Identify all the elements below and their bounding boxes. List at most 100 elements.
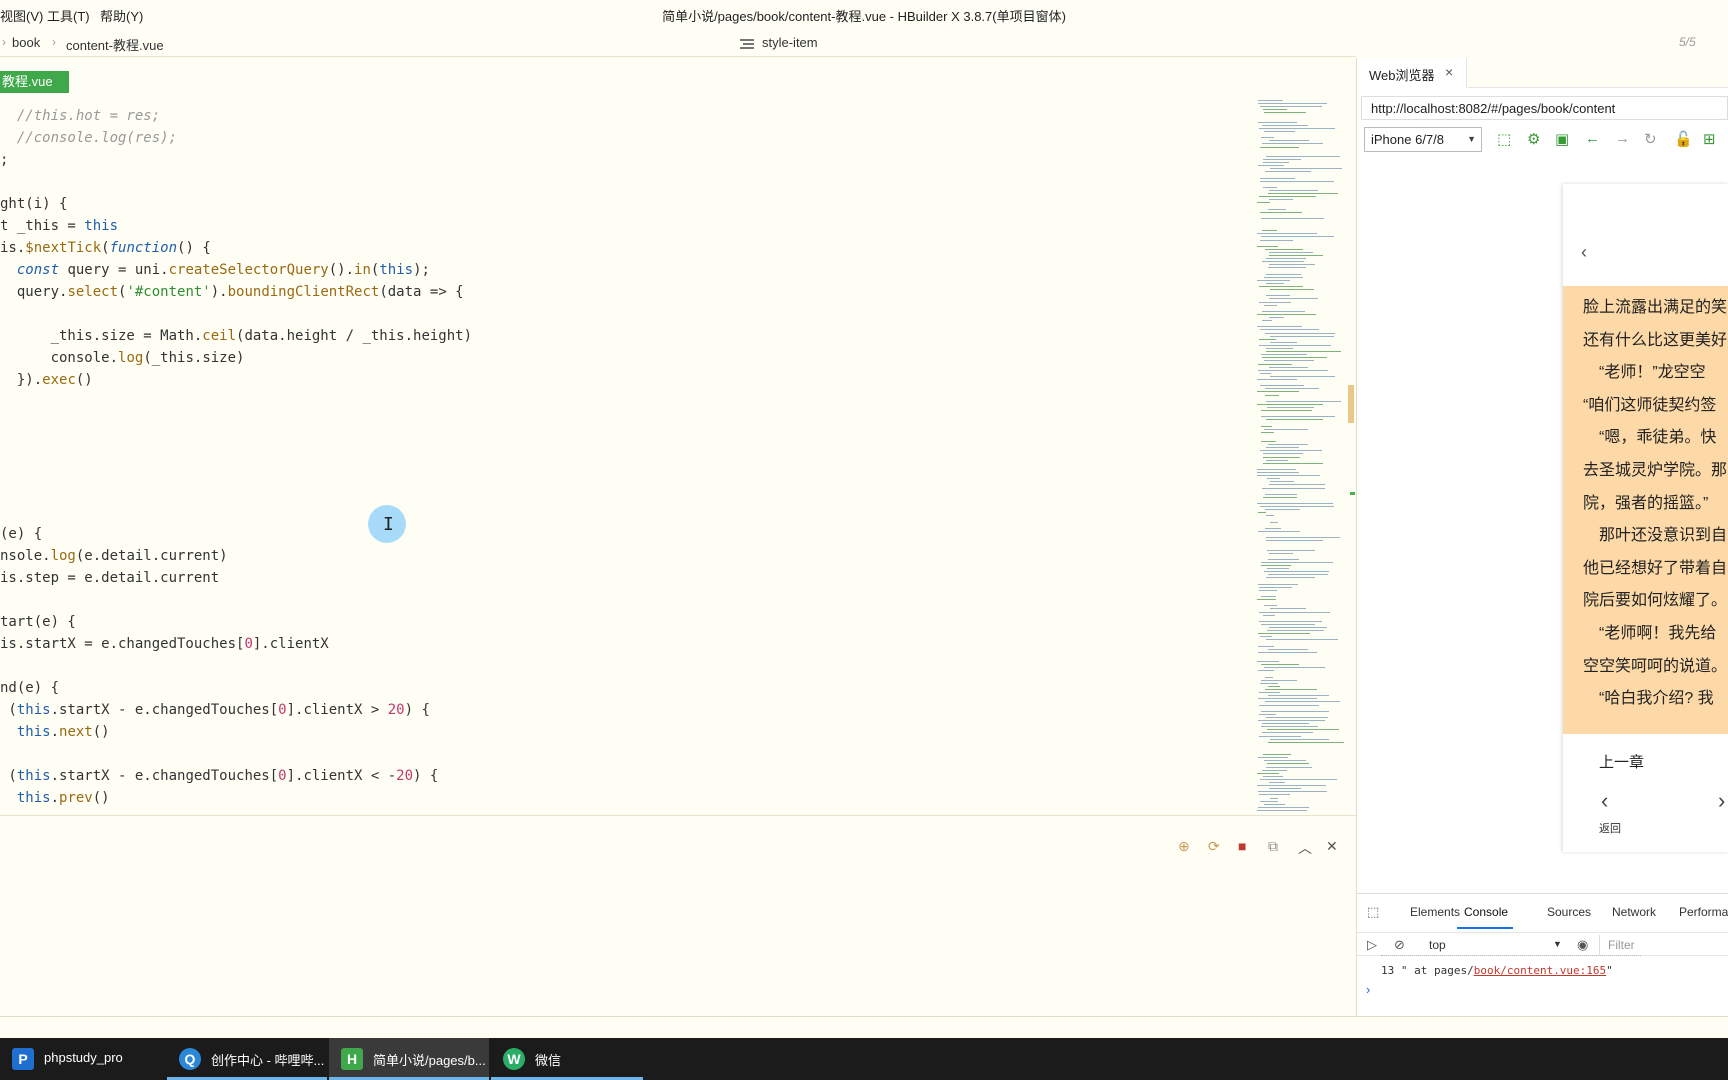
code-editor[interactable]: //this.hot = res; //console.log(res);; gh… xyxy=(0,94,1240,814)
tab-sources[interactable]: Sources xyxy=(1547,905,1591,919)
minimap-line xyxy=(1258,583,1298,585)
minimap-line xyxy=(1262,310,1305,312)
code-line[interactable]: (e) { xyxy=(0,523,42,545)
lock-icon[interactable]: 🔓 xyxy=(1674,130,1693,148)
restart-icon[interactable]: ⟳ xyxy=(1208,838,1220,855)
minimap-line xyxy=(1266,348,1293,349)
rotate-icon[interactable]: ⬚ xyxy=(1497,130,1511,148)
code-line[interactable]: (this.startX - e.changedTouches[0].clien… xyxy=(0,699,429,721)
change-marker xyxy=(1350,492,1355,495)
minimap-line xyxy=(1267,478,1280,480)
code-line[interactable]: console.log(_this.size) xyxy=(0,347,245,369)
minimap-line xyxy=(1260,239,1293,241)
code-line[interactable]: const query = uni.createSelectorQuery().… xyxy=(0,259,430,281)
minimap-line xyxy=(1261,726,1318,728)
minimap-line xyxy=(1258,720,1325,721)
phpstudy-icon: P xyxy=(12,1048,34,1070)
code-line[interactable]: nd(e) { xyxy=(0,677,59,699)
stop-icon[interactable]: ■ xyxy=(1238,838,1246,854)
code-line[interactable]: this.next() xyxy=(0,721,110,743)
taskbar-item-bilibili[interactable]: Q 创作中心 - 哔哩哔... xyxy=(167,1038,327,1080)
window-title: 简单小说/pages/book/content-教程.vue - HBuilde… xyxy=(662,9,1066,24)
outline-selector[interactable]: style-item xyxy=(740,35,818,50)
log-source-link[interactable]: book/content.vue:165 xyxy=(1474,964,1606,977)
minimap-line xyxy=(1259,589,1277,591)
tab-console[interactable]: Console xyxy=(1464,905,1508,919)
code-line[interactable]: tart(e) { xyxy=(0,611,76,633)
inspect-icon[interactable]: ⬚ xyxy=(1367,904,1379,920)
prev-chapter-button[interactable]: 上一章 xyxy=(1599,751,1644,772)
code-line[interactable]: is.step = e.detail.current xyxy=(0,567,219,589)
minimap-line xyxy=(1260,506,1334,508)
breadcrumb-item-file[interactable]: content-教程.vue xyxy=(66,35,164,54)
tab-performance[interactable]: Performa xyxy=(1679,905,1728,919)
code-line[interactable]: ght(i) { xyxy=(0,193,67,215)
forward-arrow-icon[interactable]: → xyxy=(1615,130,1630,147)
breadcrumb-item-book[interactable]: book xyxy=(12,35,40,50)
taskbar-item-hbuilder[interactable]: H 简单小说/pages/b... xyxy=(329,1038,489,1080)
chevron-left-icon[interactable]: ‹ xyxy=(1581,242,1587,263)
tab-network[interactable]: Network xyxy=(1612,905,1656,919)
reader-line: “哈白我介绍? 我 xyxy=(1583,690,1714,708)
code-line[interactable]: (this.startX - e.changedTouches[0].clien… xyxy=(0,765,438,787)
minimap-line xyxy=(1257,245,1278,247)
minimap-line xyxy=(1261,431,1274,433)
editor-tab-active[interactable]: 教程.vue xyxy=(0,71,69,93)
minimap-line xyxy=(1258,369,1328,371)
taskbar-item-wechat[interactable]: W 微信 xyxy=(491,1038,643,1080)
minimap-line xyxy=(1257,326,1302,328)
back-icon[interactable]: ‹ xyxy=(1601,788,1608,814)
reader-line: 还有什么比这更美好 xyxy=(1583,331,1728,349)
bug-icon[interactable]: ⊕ xyxy=(1178,838,1190,855)
minimap-line xyxy=(1258,100,1283,101)
minimap-line xyxy=(1266,282,1284,284)
grid-icon[interactable]: ⊞ xyxy=(1703,130,1716,148)
close-icon[interactable]: × xyxy=(1445,64,1453,80)
url-bar[interactable]: http://localhost:8082/#/pages/book/conte… xyxy=(1361,96,1728,120)
minimap-line xyxy=(1266,515,1274,517)
chevron-up-icon[interactable]: ︿ xyxy=(1298,838,1312,858)
code-line[interactable]: ; xyxy=(0,149,8,171)
tab-elements[interactable]: Elements xyxy=(1410,905,1460,919)
code-line[interactable]: this.prev() xyxy=(0,787,110,809)
taskbar-item-phpstudy[interactable]: P phpstudy_pro xyxy=(0,1038,165,1080)
code-line[interactable]: query.select('#content').boundingClientR… xyxy=(0,281,464,303)
device-select[interactable]: iPhone 6/7/8 ▼ xyxy=(1364,127,1482,152)
code-line[interactable]: nsole.log(e.detail.current) xyxy=(0,545,228,567)
code-line[interactable]: _this.size = Math.ceil(data.height / _th… xyxy=(0,325,472,347)
code-line[interactable]: is.$nextTick(function() { xyxy=(0,237,211,259)
minimap-line xyxy=(1269,366,1308,368)
reader-line: “老师啊！我先给 xyxy=(1583,625,1717,642)
sidebar-toggle-icon[interactable]: ▷ xyxy=(1367,937,1377,953)
reader-line: “嗯，乖徒弟。快 xyxy=(1583,429,1717,447)
tab-web-browser[interactable]: Web浏览器 × xyxy=(1357,58,1467,88)
code-line[interactable]: is.startX = e.changedTouches[0].clientX xyxy=(0,633,329,655)
minimap-line xyxy=(1261,710,1329,712)
minimap[interactable] xyxy=(1253,100,1357,815)
minimap-line xyxy=(1264,112,1306,114)
minimap-line xyxy=(1265,248,1303,250)
status-bar xyxy=(0,1016,1728,1038)
open-log-icon[interactable]: ⧉ xyxy=(1268,838,1278,855)
code-line[interactable]: }).exec() xyxy=(0,369,93,391)
clear-console-icon[interactable]: ✕ xyxy=(1326,838,1338,855)
back-arrow-icon[interactable]: ← xyxy=(1585,130,1600,147)
gear-icon[interactable]: ⚙ xyxy=(1527,130,1540,148)
chevron-right-icon[interactable]: › xyxy=(1718,788,1725,814)
editor-scrollbar-thumb[interactable] xyxy=(1348,385,1354,423)
reader-content[interactable]: 脸上流露出满足的笑 还有什么比这更美好 “老师！”龙空空 “咱们这师徒契约签 “嗯，… xyxy=(1563,286,1728,734)
minimap-line xyxy=(1261,236,1334,238)
minimap-line xyxy=(1258,791,1327,793)
minimap-line xyxy=(1262,320,1272,322)
minimap-line xyxy=(1266,766,1312,768)
browser-icon: Q xyxy=(179,1048,201,1070)
back-label[interactable]: 返回 xyxy=(1599,820,1621,836)
breadcrumb-separator: › xyxy=(2,35,6,49)
refresh-icon[interactable]: ↻ xyxy=(1644,130,1657,148)
code-line[interactable]: //this.hot = res; xyxy=(0,105,160,127)
console-prompt[interactable]: › xyxy=(1366,982,1370,997)
minimap-line xyxy=(1265,527,1281,529)
code-line[interactable]: //console.log(res); xyxy=(0,127,177,149)
code-line[interactable]: t _this = this xyxy=(0,215,118,237)
screenshot-icon[interactable]: ▣ xyxy=(1555,130,1569,148)
